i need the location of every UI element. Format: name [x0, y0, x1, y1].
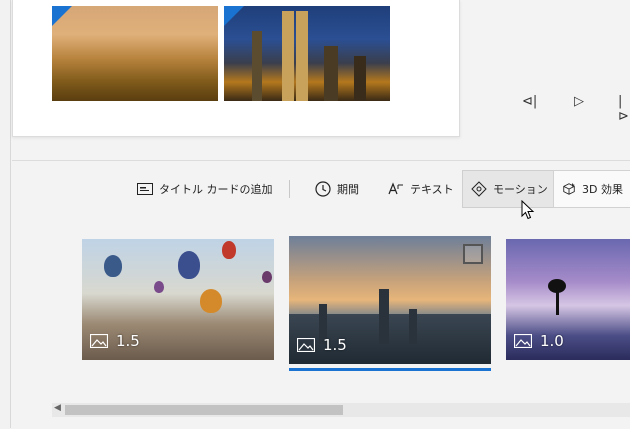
- clip-select-checkbox[interactable]: [463, 244, 483, 264]
- motion-icon: [471, 181, 487, 197]
- 3d-effects-button[interactable]: 3D 効果: [553, 170, 630, 208]
- clip-duration-badge: 1.5: [297, 336, 347, 354]
- motion-label: モーション: [493, 183, 548, 196]
- play-button[interactable]: ▷: [574, 94, 584, 109]
- text-label: テキスト: [410, 183, 454, 196]
- add-title-card-button[interactable]: タイトル カードの追加: [137, 176, 273, 202]
- 3d-effects-label: 3D 効果: [582, 183, 623, 196]
- duration-label: 期間: [337, 183, 359, 196]
- mouse-cursor-icon: [521, 200, 535, 220]
- library-thumbnail-city-night[interactable]: [224, 6, 390, 101]
- next-frame-button[interactable]: |⊳: [618, 94, 630, 124]
- clip-duration-badge: 1.5: [90, 332, 140, 350]
- motion-button[interactable]: モーション: [462, 170, 557, 208]
- title-card-icon: [137, 183, 153, 195]
- library-thumbnail-balloons[interactable]: [52, 6, 218, 101]
- duration-button[interactable]: 期間: [315, 176, 359, 202]
- clip-duration: 1.5: [323, 336, 347, 354]
- storyboard-clip-city[interactable]: 1.5: [289, 236, 491, 364]
- scroll-left-arrow-icon[interactable]: ◀: [54, 403, 61, 413]
- selected-clip-indicator: [289, 368, 491, 371]
- image-icon: [90, 334, 108, 348]
- storyboard-clip-balloons[interactable]: 1.5: [82, 239, 274, 360]
- add-title-card-label: タイトル カードの追加: [159, 183, 273, 196]
- image-icon: [297, 338, 315, 352]
- clip-duration: 1.0: [540, 332, 564, 350]
- clock-icon: [315, 181, 331, 197]
- toolbar-separator: [289, 180, 290, 198]
- scrollbar-thumb[interactable]: [65, 405, 343, 415]
- text-button[interactable]: テキスト: [388, 176, 454, 202]
- clip-duration-badge: 1.0: [514, 332, 564, 350]
- 3d-cube-icon: [563, 182, 576, 195]
- selected-corner-marker: [52, 6, 72, 26]
- image-icon: [514, 334, 532, 348]
- text-icon: [388, 182, 403, 195]
- selected-corner-marker: [224, 6, 244, 26]
- storyboard-clip-tree-sunset[interactable]: 1.0: [506, 239, 630, 360]
- clip-duration: 1.5: [116, 332, 140, 350]
- previous-frame-button[interactable]: ⊲|: [522, 94, 537, 109]
